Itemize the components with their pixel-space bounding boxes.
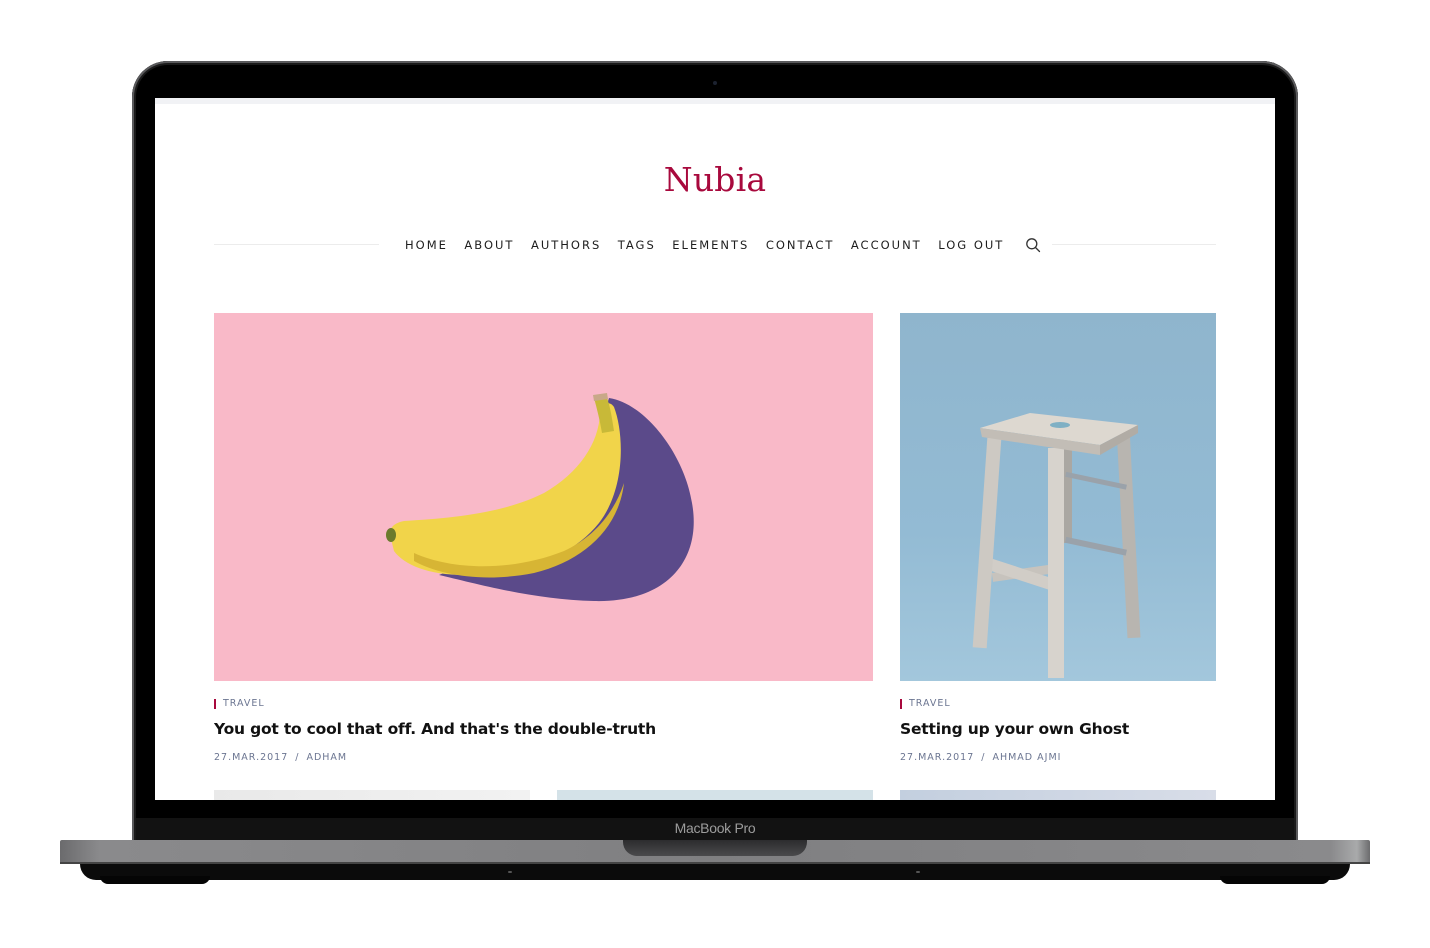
- laptop-notch: [623, 840, 807, 856]
- nav-item-log-out[interactable]: LOG OUT: [938, 238, 1004, 252]
- device-label: MacBook Pro: [674, 820, 756, 836]
- site-title[interactable]: Nubia: [155, 160, 1275, 199]
- post-date: 27.MAR.2017: [900, 752, 975, 763]
- main-nav: HOME ABOUT AUTHORS TAGS ELEMENTS CONTACT…: [405, 237, 1041, 253]
- post-image-banana[interactable]: [214, 313, 873, 681]
- nav-item-elements[interactable]: ELEMENTS: [672, 238, 749, 252]
- nav-divider: [1052, 244, 1216, 245]
- laptop-port: [916, 871, 920, 873]
- nav-item-authors[interactable]: AUTHORS: [531, 238, 601, 252]
- meta-separator: /: [981, 752, 986, 763]
- browser-viewport: Nubia HOME ABOUT AUTHORS TAGS ELEMENTS C…: [155, 98, 1275, 800]
- post-image-partial[interactable]: [557, 790, 873, 800]
- nav-item-about[interactable]: ABOUT: [464, 238, 514, 252]
- nav-item-tags[interactable]: TAGS: [618, 238, 656, 252]
- laptop-port: [508, 871, 512, 873]
- post-author[interactable]: AHMAD AJMI: [992, 752, 1061, 763]
- post-image-stool[interactable]: [900, 313, 1216, 681]
- post-tag[interactable]: TRAVEL: [900, 698, 951, 709]
- laptop-foot: [100, 876, 210, 884]
- post-date: 27.MAR.2017: [214, 752, 289, 763]
- post-tag[interactable]: TRAVEL: [214, 698, 265, 709]
- nav-divider: [214, 244, 379, 245]
- post-title[interactable]: You got to cool that off. And that's the…: [214, 720, 656, 738]
- meta-separator: /: [295, 752, 300, 763]
- post-image-partial[interactable]: [214, 790, 530, 800]
- post-meta: 27.MAR.2017 / ADHAM: [214, 752, 347, 763]
- nav-item-home[interactable]: HOME: [405, 238, 448, 252]
- laptop-foot: [1220, 876, 1330, 884]
- camera-icon: [713, 81, 717, 85]
- post-title[interactable]: Setting up your own Ghost: [900, 720, 1129, 738]
- post-meta: 27.MAR.2017 / AHMAD AJMI: [900, 752, 1061, 763]
- post-image-partial[interactable]: [900, 790, 1216, 800]
- nav-item-account[interactable]: ACCOUNT: [851, 238, 922, 252]
- nav-item-contact[interactable]: CONTACT: [766, 238, 835, 252]
- post-author[interactable]: ADHAM: [306, 752, 347, 763]
- search-icon[interactable]: [1025, 237, 1041, 253]
- laptop-base-bottom: [80, 864, 1350, 880]
